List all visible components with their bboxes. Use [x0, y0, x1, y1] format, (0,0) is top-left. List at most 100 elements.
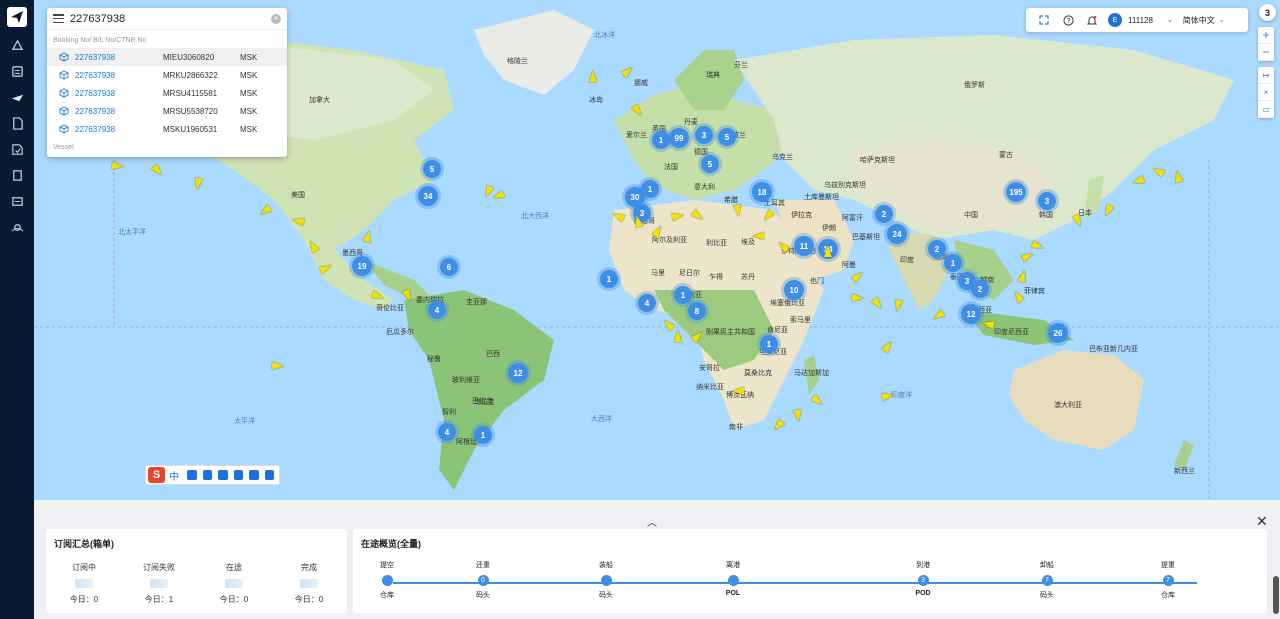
transit-stage[interactable]: 提重 7 仓库 [1138, 560, 1198, 600]
shipment-cluster-marker[interactable]: 5 [423, 160, 441, 178]
vessel-marker-icon[interactable] [751, 231, 765, 241]
measure-distance-icon[interactable]: ↦ [1258, 67, 1274, 84]
collapse-panel-chevron-icon[interactable]: ︿ [646, 514, 658, 529]
sidebar-item-shipments-icon[interactable] [0, 37, 34, 53]
help-icon[interactable]: ? [1061, 13, 1075, 27]
transit-stage[interactable]: 还重 0 码头 [453, 560, 513, 600]
ime-logo-icon[interactable]: S [148, 467, 166, 483]
shipment-cluster-marker[interactable]: 1 [944, 254, 962, 272]
sidebar-item-documents-icon[interactable] [0, 115, 34, 131]
vessel-marker-icon[interactable] [793, 409, 803, 423]
shipment-cluster-marker[interactable]: 24 [887, 224, 907, 244]
sidebar-item-analytics-icon[interactable] [0, 193, 34, 209]
shipment-cluster-marker[interactable]: 10 [784, 280, 804, 300]
shipment-cluster-marker[interactable]: 2 [971, 280, 989, 298]
vessel-marker-icon[interactable] [823, 244, 833, 258]
search-result-row[interactable]: 227637938 MRSU5538720 MSK [47, 102, 287, 120]
user-id[interactable]: 111128 [1128, 16, 1153, 25]
ime-skin-icon[interactable] [233, 470, 244, 480]
shipment-cluster-marker[interactable]: 99 [669, 128, 689, 148]
shipment-cluster-marker[interactable]: 11 [794, 236, 814, 256]
shipment-cluster-marker[interactable]: 1 [474, 426, 492, 444]
sidebar-item-reports-icon[interactable] [0, 141, 34, 157]
shipment-cluster-marker[interactable]: 4 [438, 423, 456, 441]
shipment-cluster-marker[interactable]: 1 [652, 131, 670, 149]
transit-stage-location: POL [725, 590, 741, 597]
shipment-cluster-marker[interactable]: 1 [641, 180, 659, 198]
summary-stat[interactable]: 在途 今日：0 [204, 562, 264, 605]
notification-bell-icon[interactable] [1085, 13, 1099, 27]
language-select[interactable]: 简体中文 [1183, 15, 1215, 26]
ime-mode-toggle[interactable]: 中 [169, 468, 179, 483]
fullscreen-icon[interactable] [1037, 13, 1051, 27]
transit-stage-count: 0 [477, 575, 489, 586]
clear-search-icon[interactable]: × [271, 13, 281, 24]
shipment-cluster-marker[interactable]: 1 [600, 270, 618, 288]
search-result-row[interactable]: 227637938 MRSU4115581 MSK [47, 84, 287, 102]
vessel-marker-icon[interactable] [733, 204, 743, 218]
sidebar-item-bookmark-icon[interactable] [0, 167, 34, 183]
menu-icon[interactable] [53, 14, 64, 23]
vessel-marker-icon[interactable] [111, 161, 125, 171]
zoom-in-button[interactable]: + [1258, 27, 1274, 44]
ime-keyboard-icon[interactable] [218, 470, 228, 480]
shipment-cluster-marker[interactable]: 3 [695, 126, 713, 144]
shipment-cluster-marker[interactable]: 12 [961, 304, 981, 324]
transit-stage-label: 还重 [476, 562, 490, 569]
transit-stage[interactable]: 离港 POL [703, 560, 763, 597]
app-logo-icon[interactable] [7, 7, 27, 27]
shipment-cluster-marker[interactable]: 1 [760, 335, 778, 353]
shipment-cluster-marker[interactable]: 1 [674, 286, 692, 304]
user-avatar[interactable]: E [1108, 13, 1122, 27]
vessel-marker-icon[interactable] [673, 329, 683, 343]
shipment-cluster-marker[interactable]: 4 [638, 294, 656, 312]
container-icon [59, 106, 69, 116]
shipment-cluster-marker[interactable]: 6 [440, 258, 458, 276]
shipment-cluster-marker[interactable]: 5 [718, 128, 736, 146]
shipment-cluster-marker[interactable]: 195 [1006, 182, 1026, 202]
shipment-cluster-marker[interactable]: 4 [428, 301, 446, 319]
transit-stage[interactable]: 到港 3 POD [893, 560, 953, 597]
transit-stage[interactable]: 卸船 7 码头 [1017, 560, 1077, 600]
shipment-cluster-marker[interactable]: 2 [928, 240, 946, 258]
search-result-row[interactable]: 227637938 MIEU3060820 MSK [47, 48, 287, 66]
search-result-row[interactable]: 227637938 MRKU2866322 MSK [47, 66, 287, 84]
search-input[interactable]: 227637938 [70, 13, 271, 25]
shipment-cluster-marker[interactable]: 12 [508, 363, 528, 383]
ime-punctuation-icon[interactable] [187, 470, 197, 480]
vessel-marker-icon[interactable] [851, 293, 865, 303]
shipment-cluster-marker[interactable]: 3 [1038, 192, 1056, 210]
shipment-cluster-marker[interactable]: 8 [688, 302, 706, 320]
zoom-out-button[interactable]: − [1258, 44, 1274, 61]
shipment-cluster-marker[interactable]: 18 [752, 182, 772, 202]
shipment-cluster-marker[interactable]: 19 [352, 256, 372, 276]
ime-tools-icon[interactable] [249, 470, 259, 480]
notification-count-badge[interactable]: 3 [1259, 4, 1276, 21]
transit-overview-card: 在途概览(全量) 提空 仓库 还重 0 码头 装船 码头 离港 POL 到港 3 POD 卸船 7 码头 提重… [353, 529, 1267, 613]
vessel-marker-icon[interactable] [271, 361, 285, 371]
vessel-marker-icon[interactable] [589, 70, 597, 82]
sidebar-item-orders-icon[interactable] [0, 63, 34, 79]
sidebar-item-settings-icon[interactable] [0, 219, 34, 235]
summary-stat[interactable]: 订阅失败 今日：1 [129, 562, 189, 605]
user-menu-chevron-icon[interactable]: ⌄ [1167, 16, 1173, 24]
vessel-marker-icon[interactable] [731, 386, 745, 396]
shipment-cluster-marker[interactable]: 2 [875, 205, 893, 223]
shipment-cluster-marker[interactable]: 5 [701, 155, 719, 173]
summary-stat[interactable]: 完成 今日：0 [279, 562, 339, 605]
scrollbar[interactable] [1273, 576, 1279, 614]
ime-settings-icon[interactable] [264, 470, 274, 480]
clear-measure-icon[interactable]: × [1258, 84, 1274, 101]
summary-stat[interactable]: 订阅中 今日：0 [54, 562, 114, 605]
close-panel-icon[interactable]: ✕ [1256, 513, 1268, 530]
transit-stage[interactable]: 提空 仓库 [357, 560, 417, 600]
transit-stage[interactable]: 装船 码头 [576, 560, 636, 600]
shipment-cluster-marker[interactable]: 26 [1048, 323, 1068, 343]
vessel-marker-icon[interactable] [193, 177, 203, 191]
language-chevron-icon[interactable]: ⌄ [1219, 16, 1225, 24]
shipment-cluster-marker[interactable]: 34 [418, 186, 438, 206]
ime-voice-icon[interactable] [202, 470, 213, 480]
sidebar-item-tracking-icon[interactable] [0, 89, 34, 105]
ruler-icon[interactable]: ▭ [1258, 101, 1274, 118]
search-result-row[interactable]: 227637938 MSKU1960531 MSK [47, 120, 287, 138]
